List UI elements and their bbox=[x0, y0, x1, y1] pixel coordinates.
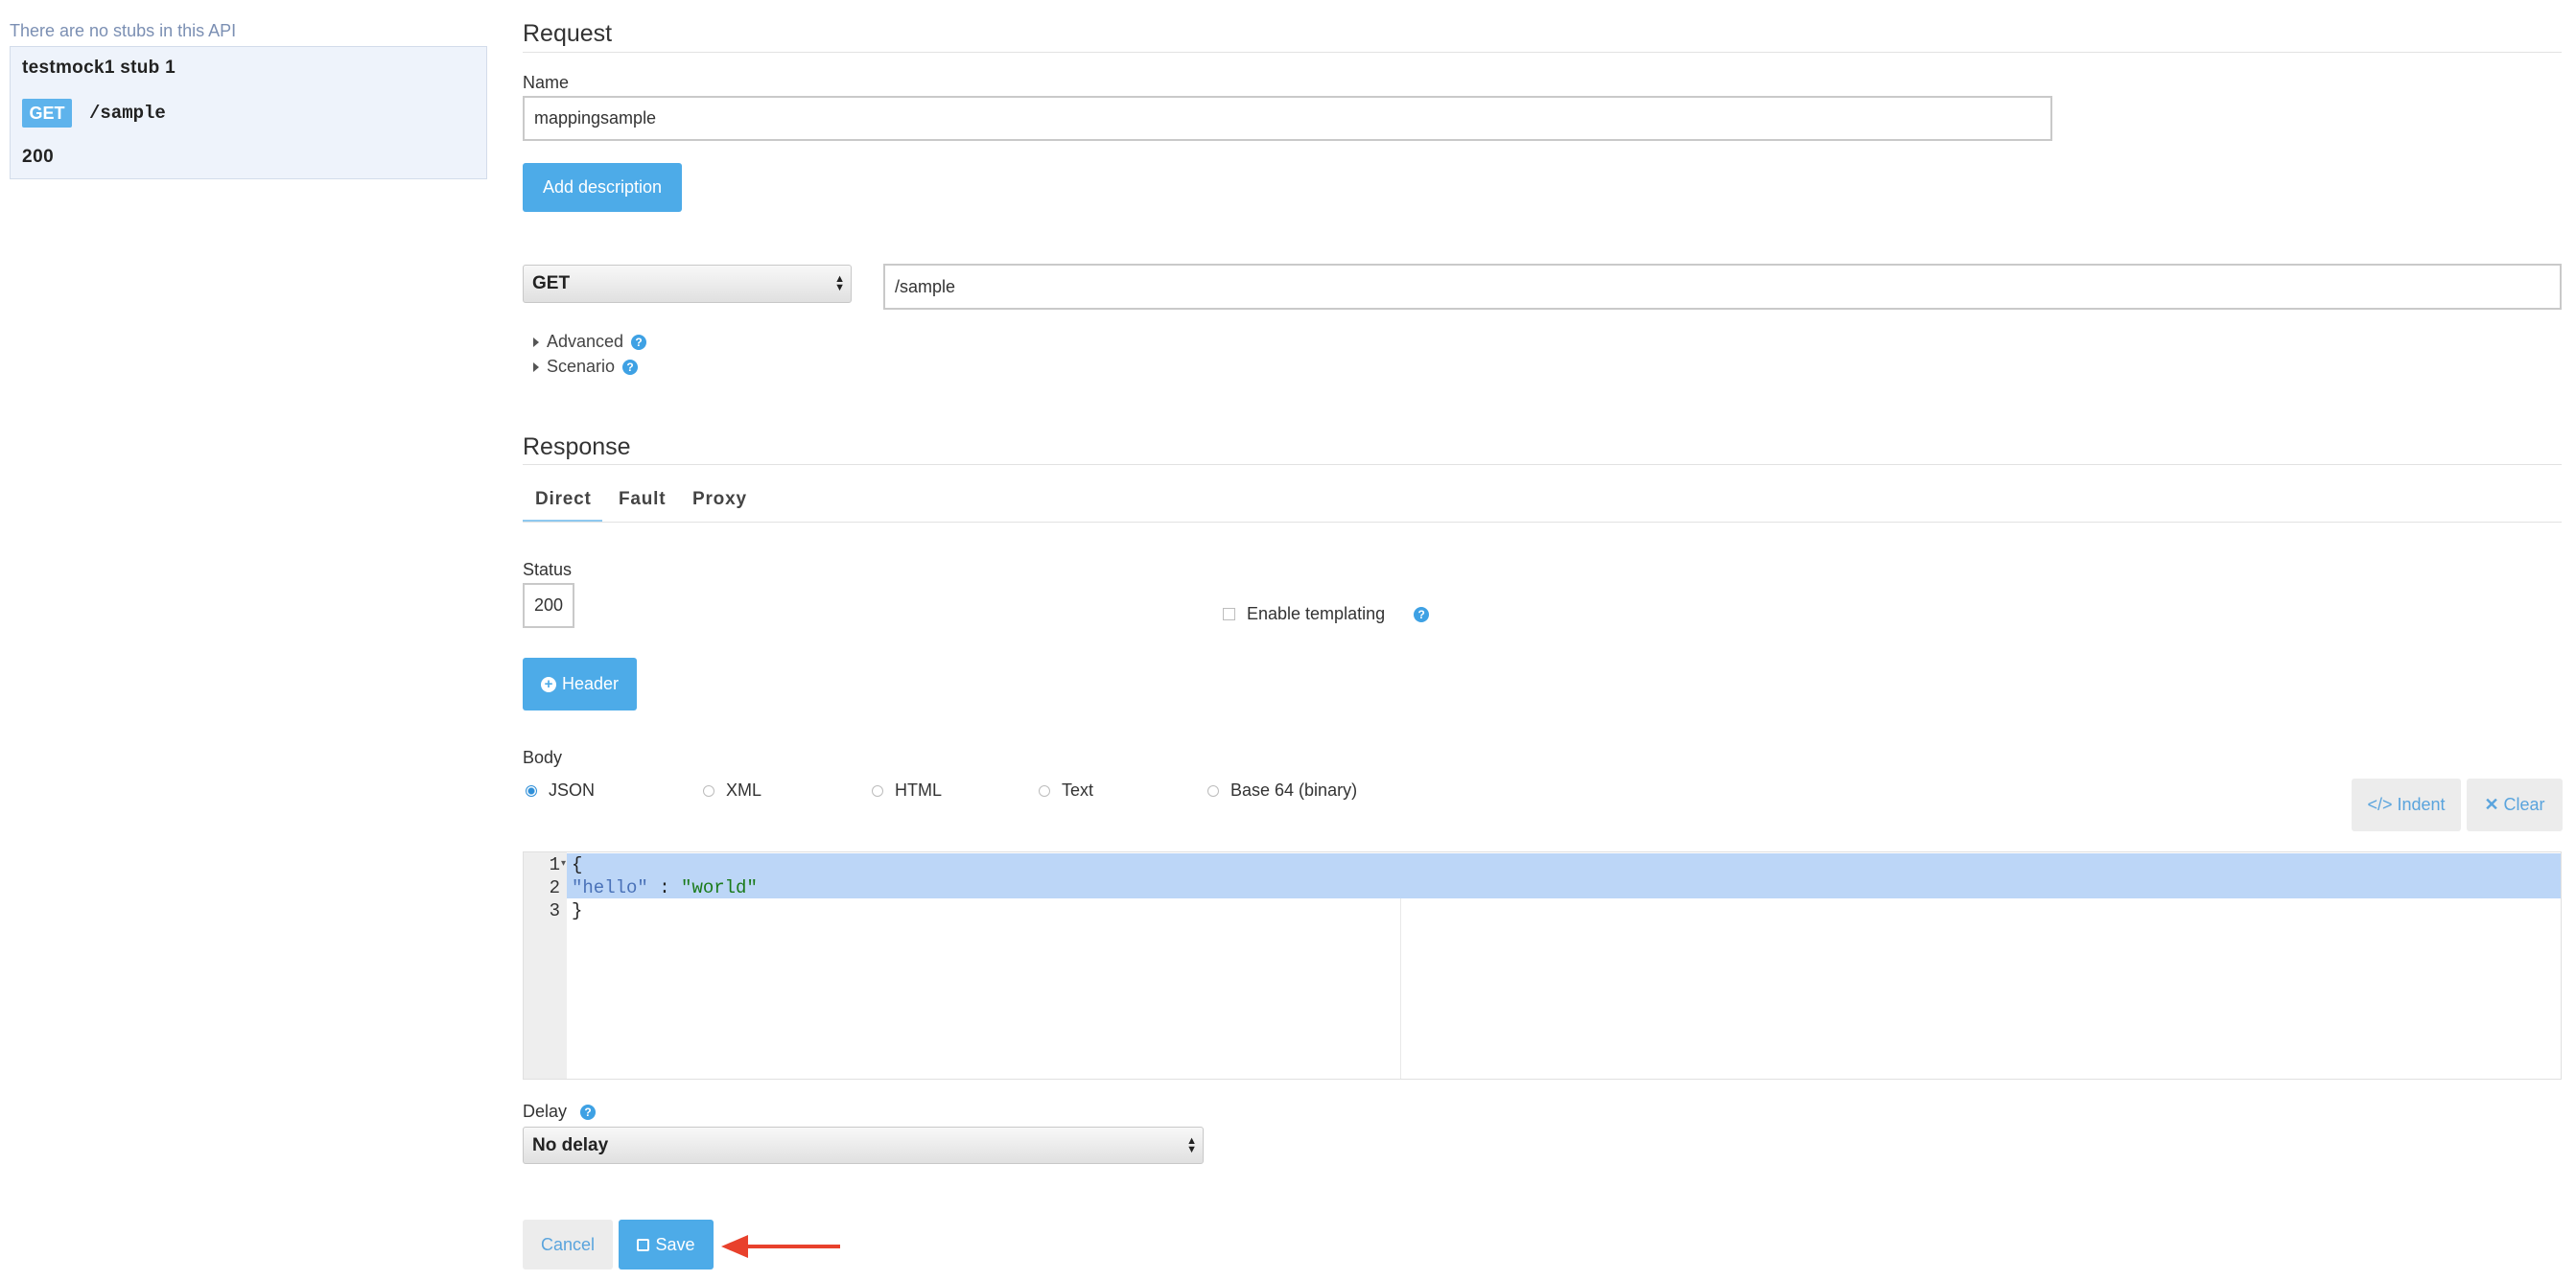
clear-button-label: Clear bbox=[2503, 795, 2545, 814]
stub-url: /sample bbox=[89, 103, 166, 124]
help-icon[interactable]: ? bbox=[622, 359, 639, 375]
close-icon: ✕ bbox=[2484, 795, 2499, 814]
advanced-toggle[interactable]: Advanced ? bbox=[533, 332, 647, 352]
indent-button-label: Indent bbox=[2397, 795, 2446, 814]
code-line-text: "hello" : "world" bbox=[572, 877, 758, 898]
enable-templating-label: Enable templating bbox=[1247, 604, 1386, 623]
red-arrow-annotation bbox=[721, 1235, 840, 1258]
scenario-label: Scenario bbox=[547, 357, 616, 376]
stub-status: 200 bbox=[22, 147, 55, 167]
format-xml[interactable]: XML bbox=[703, 780, 761, 801]
tab-direct[interactable]: Direct bbox=[535, 489, 592, 510]
format-text-label: Text bbox=[1062, 780, 1094, 800]
request-divider bbox=[523, 52, 2562, 53]
scenario-toggle[interactable]: Scenario ? bbox=[533, 357, 639, 377]
response-title: Response bbox=[523, 433, 631, 460]
stub-method-badge: GET bbox=[22, 99, 72, 128]
radio-xml[interactable] bbox=[703, 784, 714, 797]
fold-icon[interactable]: ▾ bbox=[561, 858, 566, 869]
method-select-value: GET bbox=[532, 273, 571, 293]
line-number: 3 bbox=[549, 900, 560, 921]
name-input[interactable] bbox=[523, 96, 2052, 141]
floppy-disk-icon bbox=[637, 1238, 650, 1251]
request-title: Request bbox=[523, 20, 613, 47]
active-tab-indicator bbox=[523, 520, 602, 522]
url-input[interactable] bbox=[883, 264, 2562, 310]
json-value: "world" bbox=[681, 877, 758, 898]
line-number: 1 bbox=[549, 854, 560, 875]
help-icon[interactable]: ? bbox=[1414, 606, 1430, 622]
tabs-divider bbox=[523, 522, 2562, 523]
arrow-head bbox=[721, 1235, 748, 1258]
add-header-button[interactable]: + Header bbox=[523, 658, 637, 710]
format-html[interactable]: HTML bbox=[872, 780, 942, 801]
format-text[interactable]: Text bbox=[1039, 780, 1093, 801]
expand-triangle-icon bbox=[533, 337, 539, 347]
selection-highlight bbox=[567, 853, 2561, 898]
format-base64-label: Base 64 (binary) bbox=[1230, 780, 1358, 800]
response-divider bbox=[523, 464, 2562, 465]
select-arrows-icon: ▲ ▼ bbox=[834, 273, 845, 293]
templating-checkbox[interactable] bbox=[1223, 608, 1235, 620]
format-json[interactable]: JSON bbox=[526, 780, 595, 801]
format-base64[interactable]: Base 64 (binary) bbox=[1207, 780, 1357, 801]
expand-triangle-icon bbox=[533, 361, 539, 372]
format-html-label: HTML bbox=[895, 780, 942, 800]
name-label: Name bbox=[523, 73, 570, 92]
tab-proxy[interactable]: Proxy bbox=[692, 489, 747, 510]
code-line: { bbox=[572, 854, 583, 875]
status-label: Status bbox=[523, 560, 573, 579]
code-icon: </> bbox=[2367, 795, 2393, 814]
enable-templating[interactable]: Enable templating ? bbox=[1223, 604, 1430, 624]
save-button[interactable]: Save bbox=[619, 1220, 714, 1269]
stub-name: testmock1 stub 1 bbox=[22, 58, 176, 78]
radio-base64[interactable] bbox=[1207, 784, 1219, 797]
code-line: "hello" : "world" bbox=[572, 877, 758, 898]
delay-select[interactable]: No delay ▲ ▼ bbox=[523, 1127, 1204, 1164]
stub-card[interactable]: testmock1 stub 1 GET /sample 200 bbox=[10, 46, 487, 179]
print-margin bbox=[1400, 898, 1401, 1079]
code-line: } bbox=[572, 900, 583, 921]
help-icon[interactable]: ? bbox=[631, 334, 647, 350]
line-number: 2 bbox=[549, 877, 560, 898]
no-stubs-message: There are no stubs in this API bbox=[10, 21, 237, 40]
body-editor[interactable]: 1 ▾ 2 3 { "hello" : "world" } bbox=[523, 851, 2562, 1080]
radio-text[interactable] bbox=[1039, 784, 1050, 797]
format-xml-label: XML bbox=[726, 780, 762, 800]
header-button-label: Header bbox=[561, 674, 620, 693]
help-icon[interactable]: ? bbox=[580, 1104, 597, 1120]
indent-button[interactable]: </> Indent bbox=[2352, 779, 2461, 831]
radio-html[interactable] bbox=[872, 784, 883, 797]
advanced-label: Advanced bbox=[547, 332, 624, 351]
delay-select-value: No delay bbox=[532, 1134, 609, 1155]
clear-button[interactable]: ✕ Clear bbox=[2467, 779, 2563, 831]
format-json-label: JSON bbox=[549, 780, 596, 800]
delay-label-row: Delay ? bbox=[523, 1102, 597, 1122]
json-key: "hello" bbox=[572, 877, 648, 898]
radio-json[interactable] bbox=[526, 784, 537, 797]
status-input[interactable] bbox=[523, 583, 574, 628]
json-colon: : bbox=[647, 877, 682, 898]
select-arrows-icon: ▲ ▼ bbox=[1186, 1134, 1197, 1155]
tab-fault[interactable]: Fault bbox=[619, 489, 666, 510]
plus-circle-icon: + bbox=[540, 676, 556, 692]
cancel-button[interactable]: Cancel bbox=[523, 1220, 613, 1269]
delay-label: Delay bbox=[523, 1102, 568, 1121]
body-label: Body bbox=[523, 748, 563, 767]
save-button-label: Save bbox=[655, 1234, 695, 1254]
method-select[interactable]: GET ▲ ▼ bbox=[523, 265, 852, 303]
add-description-button[interactable]: Add description bbox=[523, 163, 682, 212]
